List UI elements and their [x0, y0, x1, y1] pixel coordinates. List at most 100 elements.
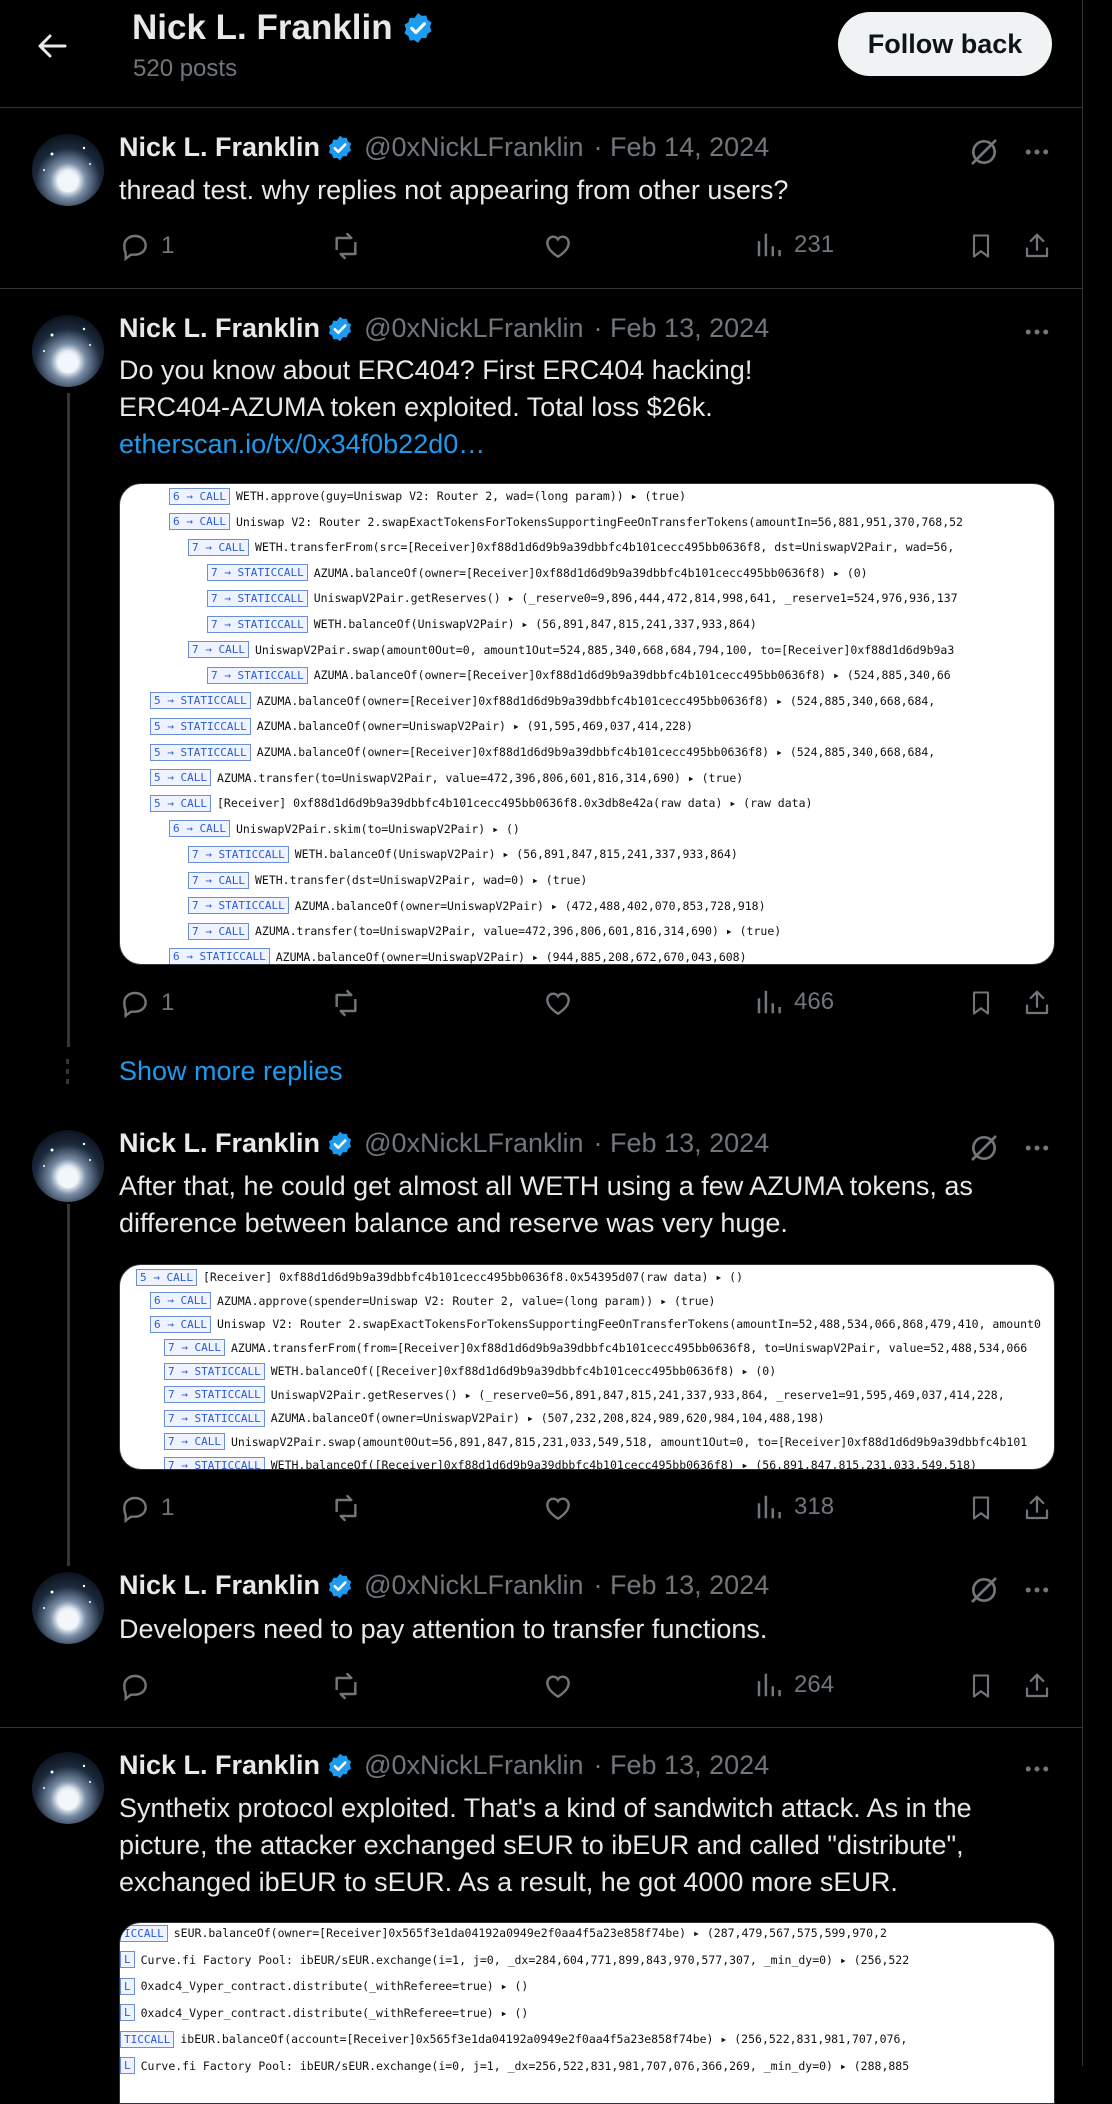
- etherscan-link[interactable]: etherscan.io/tx/0x34f0b22d0…: [119, 426, 1049, 463]
- bookmark-button[interactable]: [967, 1492, 995, 1524]
- post-top-actions: [968, 1132, 1052, 1164]
- trace-call-text: AZUMA.transferFrom(from=[Receiver]0xf88d…: [230, 1340, 1028, 1355]
- author-name[interactable]: Nick L. Franklin: [119, 1570, 320, 1601]
- trace-row: 7 → STATICCALL WETH.balanceOf([Receiver]0…: [164, 1359, 776, 1383]
- post-date[interactable]: · Feb 14, 2024: [594, 132, 770, 163]
- like-button[interactable]: [542, 987, 574, 1019]
- reply-icon: [123, 991, 147, 1019]
- like-button[interactable]: [542, 1670, 574, 1702]
- author-handle[interactable]: @0xNickLFranklin: [364, 132, 583, 163]
- trace-call-badge: ICCALL: [120, 1924, 168, 1942]
- more-icon[interactable]: [1022, 1133, 1052, 1163]
- thread-line: [67, 1204, 70, 1566]
- repost-button[interactable]: [329, 230, 363, 262]
- repost-button[interactable]: [329, 1670, 363, 1702]
- post[interactable]: Nick L. Franklin @0xNickLFranklin · Feb …: [0, 1728, 1082, 2104]
- show-more-replies-link[interactable]: Show more replies: [119, 1056, 343, 1087]
- trace-call-badge: 5 → CALL: [150, 769, 211, 787]
- verified-badge-icon: [328, 1573, 352, 1598]
- author-handle[interactable]: @0xNickLFranklin: [364, 1570, 583, 1601]
- post[interactable]: Nick L. Franklin @0xNickLFranklin · Feb …: [0, 289, 1082, 1047]
- like-button[interactable]: [542, 1492, 574, 1524]
- trace-row: 7 → STATICCALL AZUMA.balanceOf(owner=Unis…: [164, 1406, 825, 1430]
- share-icon: [1025, 1673, 1049, 1698]
- avatar[interactable]: [32, 315, 104, 387]
- timeline-column: Nick L. Franklin 520 posts Follow back N…: [0, 0, 1083, 2104]
- bookmark-icon: [972, 234, 990, 258]
- follow-back-button[interactable]: Follow back: [838, 12, 1052, 76]
- avatar[interactable]: [32, 134, 104, 206]
- post[interactable]: Nick L. Franklin @0xNickLFranklin · Feb …: [0, 1548, 1082, 1728]
- bookmark-button[interactable]: [967, 987, 995, 1019]
- bookmark-button[interactable]: [967, 1670, 995, 1702]
- author-name[interactable]: Nick L. Franklin: [119, 1128, 320, 1159]
- trace-call-badge: 6 → CALL: [169, 513, 230, 531]
- grok-icon[interactable]: [968, 1132, 1000, 1164]
- trace-row: 7 → STATICCALL AZUMA.balanceOf(owner=[Rec…: [207, 561, 868, 585]
- repost-button[interactable]: [329, 987, 363, 1019]
- reply-button[interactable]: 1: [119, 1492, 174, 1524]
- post-date[interactable]: · Feb 13, 2024: [594, 1750, 770, 1781]
- trace-call-text: AZUMA.approve(spender=Uniswap V2: Router…: [216, 1293, 716, 1308]
- trace-call-text: [Receiver] 0xf88d1d6d9b9a39dbbfc4b101cec…: [216, 796, 813, 811]
- more-icon[interactable]: [1022, 137, 1052, 167]
- post-date[interactable]: · Feb 13, 2024: [594, 1570, 770, 1601]
- views-button[interactable]: 318: [754, 1492, 834, 1522]
- post-image-trace[interactable]: ICCALL sEUR.balanceOf(owner=[Receiver]0x5…: [119, 1922, 1055, 2104]
- avatar[interactable]: [32, 1572, 104, 1644]
- trace-call-text: WETH.balanceOf(UniswapV2Pair) ▸ (56,891,…: [313, 617, 757, 631]
- bookmark-icon: [972, 1496, 990, 1520]
- post-date[interactable]: · Feb 13, 2024: [594, 313, 770, 344]
- trace-call-text: WETH.transfer(dst=UniswapV2Pair, wad=0) …: [254, 873, 588, 887]
- trace-call-badge: 6 → CALL: [150, 1292, 211, 1309]
- trace-call-badge: 6 → CALL: [169, 820, 230, 838]
- trace-call-text: UniswapV2Pair.skim(to=UniswapV2Pair) ▸ (…: [235, 821, 520, 836]
- views-button[interactable]: 231: [754, 230, 834, 260]
- views-button[interactable]: 466: [754, 987, 834, 1017]
- trace-call-badge: 7 → STATICCALL: [164, 1362, 265, 1380]
- trace-call-text: AZUMA.transfer(to=UniswapV2Pair, value=4…: [254, 924, 782, 939]
- more-icon[interactable]: [1022, 317, 1052, 347]
- author-handle[interactable]: @0xNickLFranklin: [364, 313, 583, 344]
- author-handle[interactable]: @0xNickLFranklin: [364, 1128, 583, 1159]
- trace-call-text: sEUR.balanceOf(owner=[Receiver]0x565f3e1…: [173, 1926, 887, 1940]
- trace-call-badge: 7 → STATICCALL: [164, 1456, 265, 1469]
- trace-row: 7 → STATICCALL UniswapV2Pair.getReserves(…: [207, 586, 958, 610]
- reply-button[interactable]: [119, 1670, 151, 1702]
- trace-call-badge: L: [120, 1951, 135, 1968]
- post[interactable]: Nick L. Franklin @0xNickLFranklin · Feb …: [0, 108, 1082, 289]
- post-text: Developers need to pay attention to tran…: [119, 1614, 768, 1644]
- trace-row: 5 → STATICCALL AZUMA.balanceOf(owner=[Rec…: [150, 689, 935, 713]
- author-handle[interactable]: @0xNickLFranklin: [364, 1750, 583, 1781]
- post[interactable]: Nick L. Franklin @0xNickLFranklin · Feb …: [0, 1106, 1082, 1566]
- author-name[interactable]: Nick L. Franklin: [119, 132, 320, 163]
- post-image-trace[interactable]: 5 → CALL [Receiver] 0xf88d1d6d9b9a39dbbfc…: [119, 1264, 1055, 1470]
- share-icon: [1025, 990, 1049, 1015]
- trace-call-badge: 6 → CALL: [150, 1315, 211, 1333]
- avatar[interactable]: [32, 1752, 104, 1824]
- repost-button[interactable]: [329, 1492, 363, 1524]
- grok-icon[interactable]: [968, 136, 1000, 168]
- reply-button[interactable]: 1: [119, 987, 174, 1019]
- share-button[interactable]: [1022, 1670, 1052, 1702]
- author-name[interactable]: Nick L. Franklin: [119, 313, 320, 344]
- post-date[interactable]: · Feb 13, 2024: [594, 1128, 770, 1159]
- reply-button[interactable]: 1: [119, 230, 174, 262]
- trace-call-text: Uniswap V2: Router 2.swapExactTokensForT…: [216, 1317, 1041, 1331]
- views-button[interactable]: 264: [754, 1670, 834, 1700]
- back-button[interactable]: [30, 26, 74, 66]
- share-button[interactable]: [1022, 987, 1052, 1019]
- share-button[interactable]: [1022, 230, 1052, 262]
- trace-row: 7 → CALL WETH.transfer(dst=UniswapV2Pair,…: [188, 868, 587, 892]
- trace-call-badge: 7 → STATICCALL: [164, 1409, 265, 1427]
- like-button[interactable]: [542, 230, 574, 262]
- more-icon[interactable]: [1022, 1575, 1052, 1605]
- share-button[interactable]: [1022, 1492, 1052, 1524]
- post-image-trace[interactable]: 6 → CALL WETH.approve(guy=Uniswap V2: Rou…: [119, 483, 1055, 965]
- grok-icon[interactable]: [968, 1574, 1000, 1606]
- avatar[interactable]: [32, 1130, 104, 1202]
- trace-row: 5 → STATICCALL AZUMA.balanceOf(owner=Unis…: [150, 714, 693, 738]
- author-name[interactable]: Nick L. Franklin: [119, 1750, 320, 1781]
- bookmark-button[interactable]: [967, 230, 995, 262]
- more-icon[interactable]: [1022, 1754, 1052, 1784]
